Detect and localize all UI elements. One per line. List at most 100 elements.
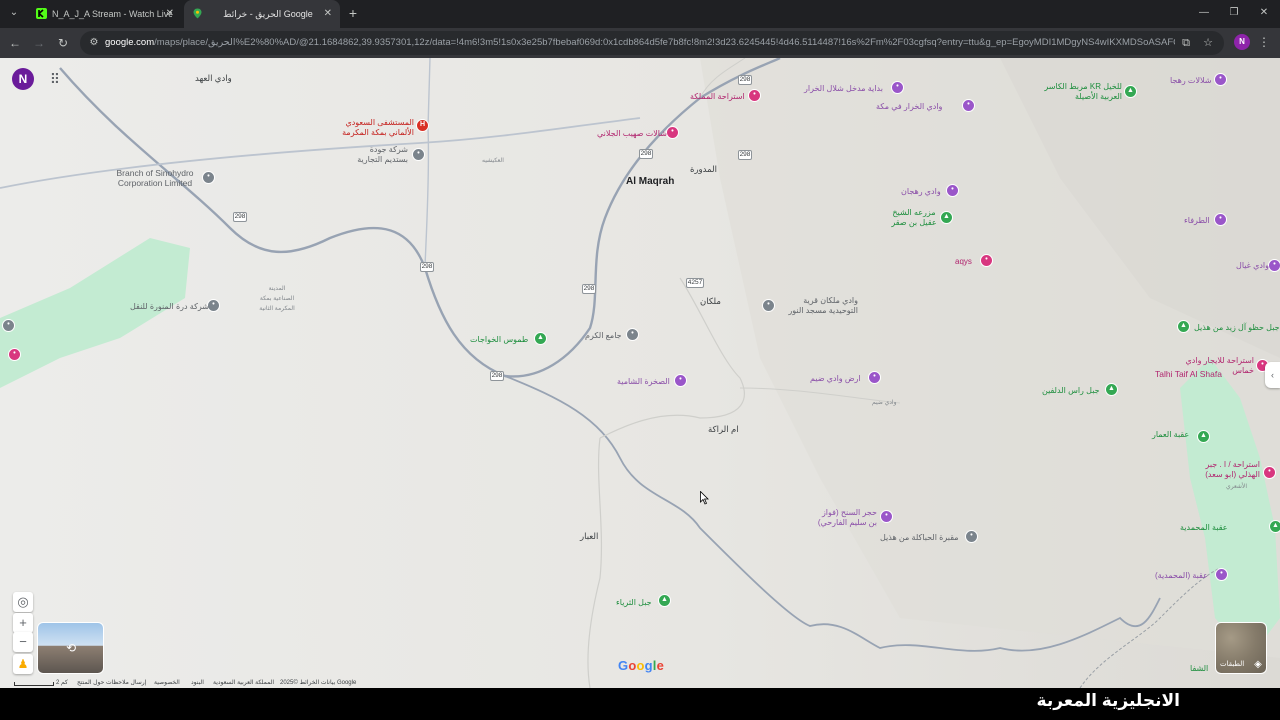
- tab-google-maps[interactable]: الحريق - خرائط Google ✕: [184, 0, 340, 28]
- landmark-icon[interactable]: •: [1268, 259, 1280, 272]
- account-avatar[interactable]: N: [12, 68, 34, 90]
- poi-label[interactable]: Branch of Sinohydro Corporation Limited: [110, 168, 200, 188]
- reload-icon[interactable]: ↻: [55, 35, 71, 51]
- site-info-icon[interactable]: ⚙: [86, 35, 102, 51]
- lodging-icon[interactable]: •: [748, 89, 761, 102]
- shopping-icon[interactable]: •: [8, 348, 21, 361]
- tab-naja-stream[interactable]: N_A_J_A Stream - Watch Live on ✕: [28, 0, 182, 28]
- poi-label[interactable]: وادي غيال: [1236, 261, 1269, 271]
- poi-label[interactable]: عقبة (المحمدية): [1155, 571, 1208, 581]
- poi-label[interactable]: وادي رهجان: [901, 187, 941, 197]
- mosque-icon[interactable]: •: [626, 328, 639, 341]
- profile-avatar[interactable]: N: [1234, 34, 1250, 50]
- poi-label[interactable]: الطرفاء: [1184, 216, 1210, 226]
- place-label[interactable]: العبار: [580, 531, 598, 541]
- place-label[interactable]: الأشعري: [1226, 482, 1247, 492]
- mosque-icon[interactable]: •: [762, 299, 775, 312]
- tab-close-icon[interactable]: ✕: [166, 0, 174, 28]
- landmark-icon[interactable]: •: [1214, 213, 1227, 226]
- forward-arrow-icon[interactable]: →: [31, 35, 47, 51]
- place-label[interactable]: وادي العهد: [195, 73, 232, 83]
- cemetery-icon[interactable]: •: [965, 530, 978, 543]
- url-text[interactable]: google.com/maps/place/الحريق%E2%80%AD/@2…: [105, 31, 1175, 55]
- poi-label[interactable]: جبل راس الدلفين: [1042, 386, 1100, 396]
- street-view-thumbnail[interactable]: ⟲: [37, 622, 104, 674]
- poi-label[interactable]: مزرعه الشيخ عقيل بن صقر: [890, 208, 938, 228]
- country-link[interactable]: المملكة العربية السعودية: [213, 679, 274, 687]
- hospital-icon[interactable]: H: [416, 119, 429, 132]
- place-label[interactable]: ام الراكة: [708, 424, 739, 434]
- place-label[interactable]: المدورة: [690, 164, 717, 174]
- business-icon[interactable]: •: [2, 319, 15, 332]
- apps-grid-icon[interactable]: ⠿: [48, 72, 62, 86]
- park-icon[interactable]: ▲: [1124, 85, 1137, 98]
- browser-menu-icon[interactable]: ⋮: [1258, 34, 1270, 50]
- poi-label[interactable]: الصخرة الشامية: [617, 377, 670, 387]
- scale-label[interactable]: 2 كم: [56, 679, 68, 687]
- my-location-icon[interactable]: ◎: [13, 592, 33, 612]
- park-icon[interactable]: ▲: [1105, 383, 1118, 396]
- poi-label[interactable]: جبل الثرياء: [616, 598, 652, 608]
- shopping-icon[interactable]: •: [980, 254, 993, 267]
- map-canvas[interactable]: 298 298 298 298 298 298 298 4257 وادي ال…: [0, 58, 1280, 688]
- poi-label[interactable]: جامع الكرم: [585, 331, 622, 341]
- poi-label[interactable]: طموس الخواجات: [470, 335, 528, 345]
- park-icon[interactable]: ▲: [658, 594, 671, 607]
- park-icon[interactable]: ▲: [1269, 520, 1280, 533]
- pegman-icon[interactable]: ♟: [13, 654, 33, 674]
- landmark-icon[interactable]: •: [1215, 568, 1228, 581]
- landmark-icon[interactable]: •: [674, 374, 687, 387]
- landmark-icon[interactable]: •: [962, 99, 975, 112]
- place-label[interactable]: العكيشيه: [482, 156, 504, 166]
- poi-label[interactable]: ارض وادي ضيم: [810, 374, 861, 384]
- business-icon[interactable]: •: [412, 148, 425, 161]
- poi-label[interactable]: عقبة المحمدية: [1180, 523, 1228, 533]
- poi-label[interactable]: شركة درة المنورة للنقل: [130, 302, 209, 312]
- poi-label[interactable]: الشفا: [1190, 664, 1208, 674]
- business-icon[interactable]: •: [202, 171, 215, 184]
- zoom-in-button[interactable]: +: [13, 613, 33, 633]
- poi-label[interactable]: مربط الكاسر KR للخيل العربية الأصيلة: [1040, 82, 1122, 102]
- lodging-icon[interactable]: •: [1263, 466, 1276, 479]
- landmark-icon[interactable]: •: [1214, 73, 1227, 86]
- landmark-icon[interactable]: •: [880, 510, 893, 523]
- zoom-out-button[interactable]: −: [13, 632, 33, 652]
- poi-label[interactable]: aqys: [955, 257, 972, 267]
- poi-label[interactable]: وادي الخرار في مكة: [876, 102, 942, 112]
- poi-label[interactable]: المستشفى السعودي الألماني بمكة المكرمة: [338, 118, 414, 138]
- new-tab-button[interactable]: +: [346, 6, 360, 20]
- terms-link[interactable]: البنود: [191, 679, 204, 687]
- poi-label[interactable]: استراحة المملكة: [690, 92, 745, 102]
- poi-label[interactable]: وادي ملكان قرية التوحيدية مسجد النور: [778, 296, 858, 316]
- place-label-al-maqrah[interactable]: Al Maqrah: [626, 177, 674, 187]
- place-label[interactable]: وادي ضيم: [872, 398, 897, 408]
- poi-label-talhi[interactable]: Talhi Taif Al Shafa: [1155, 369, 1222, 379]
- window-close-icon[interactable]: ✕: [1257, 6, 1271, 20]
- privacy-link[interactable]: الخصوصية: [154, 679, 180, 687]
- landmark-icon[interactable]: •: [891, 81, 904, 94]
- bookmark-star-icon[interactable]: ☆: [1200, 35, 1216, 51]
- poi-label[interactable]: استراحة / ا . جبر الهذلي (ابو سعد): [1196, 460, 1260, 480]
- tab-close-icon[interactable]: ✕: [324, 0, 332, 28]
- place-label[interactable]: ملكان: [700, 296, 721, 306]
- feedback-link[interactable]: إرسال ملاحظات حول المنتج: [77, 679, 146, 687]
- minimize-icon[interactable]: —: [1197, 6, 1211, 20]
- install-app-icon[interactable]: ⧉: [1178, 35, 1194, 51]
- park-icon[interactable]: ▲: [940, 211, 953, 224]
- back-arrow-icon[interactable]: ←: [7, 35, 23, 51]
- poi-label[interactable]: شالات صهيب الجلاني: [597, 129, 667, 139]
- poi-label[interactable]: شركة جودة بستديم التجارية: [350, 145, 408, 165]
- collapse-side-panel-chevron-icon[interactable]: ‹: [1265, 362, 1280, 388]
- poi-label[interactable]: مقبرة الحباكلة من هذيل: [880, 533, 959, 543]
- park-icon[interactable]: ▲: [534, 332, 547, 345]
- layers-button[interactable]: الطبقات ◈: [1215, 622, 1267, 674]
- poi-label[interactable]: جبل حظو آل زيد من هذيل: [1194, 323, 1280, 333]
- poi-label[interactable]: بداية مدخل شلال الخرار: [804, 84, 883, 94]
- poi-label[interactable]: حجر السنح (فواز بن سليم الفارحي): [815, 508, 877, 528]
- poi-label[interactable]: عقبة العمار: [1152, 430, 1189, 440]
- landmark-icon[interactable]: •: [946, 184, 959, 197]
- place-label[interactable]: المدينة الصناعية بمكة المكرمة الثانية: [258, 284, 296, 314]
- park-icon[interactable]: ▲: [1177, 320, 1190, 333]
- restore-icon[interactable]: ❐: [1227, 6, 1241, 20]
- park-icon[interactable]: ▲: [1197, 430, 1210, 443]
